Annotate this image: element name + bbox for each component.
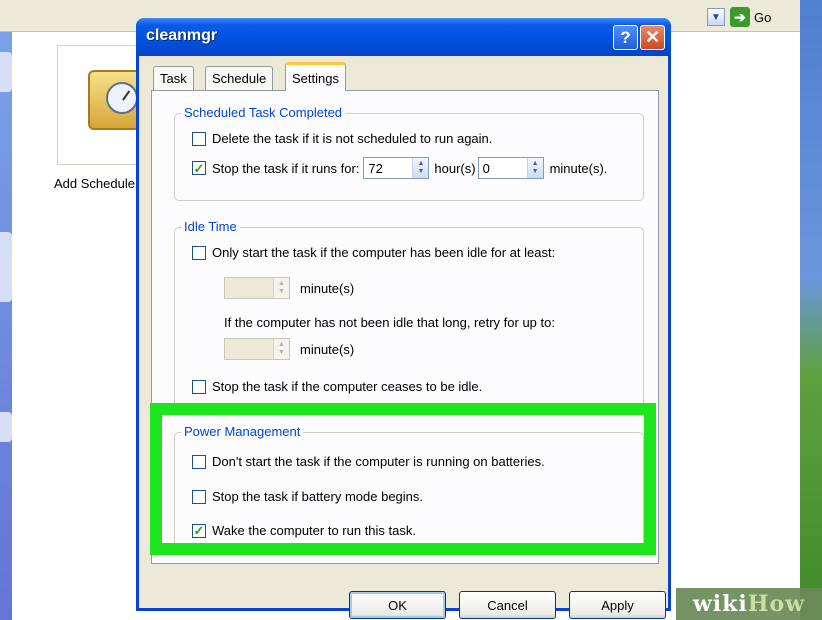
battery-mode-option[interactable]: Stop the task if battery mode begins. (192, 489, 423, 504)
dialog-title: cleanmgr (146, 27, 218, 44)
retry-text: If the computer has not been idle that l… (224, 315, 555, 330)
retry-minutes-spinner: ▲ ▼ (224, 338, 290, 360)
delete-task-label: Delete the task if it is not scheduled t… (212, 131, 493, 146)
explorer-sidebar (0, 32, 12, 620)
stop-if-not-idle-checkbox[interactable] (192, 379, 206, 394)
retry-minutes-unit: minute(s) (300, 341, 355, 357)
minutes-unit-label: minute(s). (549, 160, 608, 176)
stop-if-not-idle-option[interactable]: Stop the task if the computer ceases to … (192, 379, 482, 394)
dialog-titlebar[interactable]: cleanmgr ? ✕ (136, 18, 671, 56)
minutes-spin-arrows-icon[interactable]: ▲ ▼ (526, 158, 543, 178)
hours-value[interactable]: 72 (364, 158, 412, 178)
only-start-idle-option[interactable]: Only start the task if the computer has … (192, 245, 555, 260)
batteries-checkbox[interactable] (192, 454, 206, 469)
scheduled-task-completed-legend: Scheduled Task Completed (181, 105, 346, 120)
watermark-wiki: wiki (692, 591, 748, 617)
tab-settings[interactable]: Settings (285, 62, 346, 91)
task-properties-dialog: cleanmgr ? ✕ Task Schedule Settings Sche… (136, 18, 671, 619)
retry-spin-arrows-icon: ▲ ▼ (273, 339, 289, 359)
settings-panel: Scheduled Task Completed Delete the task… (151, 90, 659, 564)
hours-spin-arrows-icon[interactable]: ▲ ▼ (412, 158, 429, 178)
apply-button[interactable]: Apply (569, 591, 666, 619)
minutes-value[interactable]: 0 (479, 158, 527, 178)
wikihow-watermark: wiki How (676, 588, 822, 620)
hours-unit-label: hour(s) (434, 160, 476, 176)
wake-computer-checkbox[interactable] (192, 523, 206, 538)
go-arrow-icon: ➔ (730, 7, 750, 27)
battery-mode-label: Stop the task if battery mode begins. (212, 489, 424, 504)
tab-task[interactable]: Task (153, 66, 194, 90)
desktop-wallpaper-edge (800, 0, 822, 620)
go-button[interactable]: ➔ Go (730, 6, 771, 28)
idle-spin-arrows-icon: ▲ ▼ (273, 278, 289, 298)
idle-minutes-row: ▲ ▼ minute(s) (224, 277, 354, 299)
stop-task-runs-checkbox[interactable] (192, 161, 206, 175)
stop-if-not-idle-label: Stop the task if the computer ceases to … (212, 379, 483, 394)
wake-computer-option[interactable]: Wake the computer to run this task. (192, 523, 416, 538)
delete-task-option[interactable]: Delete the task if it is not scheduled t… (192, 131, 492, 146)
address-dropdown-icon[interactable]: ▼ (707, 8, 725, 26)
idle-minutes-unit: minute(s) (300, 280, 355, 296)
minutes-spinner[interactable]: 0 ▲ ▼ (477, 157, 544, 179)
delete-task-checkbox[interactable] (192, 131, 206, 146)
power-management-legend: Power Management (181, 424, 304, 439)
only-start-idle-checkbox[interactable] (192, 245, 206, 260)
battery-mode-checkbox[interactable] (192, 489, 206, 504)
help-button[interactable]: ? (613, 25, 638, 50)
stop-task-runs-option[interactable]: Stop the task if it runs for: 72 ▲▼ hour… (192, 157, 607, 179)
close-button[interactable]: ✕ (640, 25, 665, 50)
add-scheduled-task-label[interactable]: Add Schedule (54, 176, 135, 191)
cancel-button[interactable]: Cancel (459, 591, 556, 619)
watermark-how: How (747, 591, 806, 617)
batteries-label: Don't start the task if the computer is … (212, 454, 545, 469)
idle-minutes-value (225, 278, 273, 298)
hours-spinner[interactable]: 72 ▲ ▼ (363, 157, 430, 179)
wake-computer-label: Wake the computer to run this task. (212, 523, 416, 538)
ok-button[interactable]: OK (349, 591, 446, 619)
retry-minutes-row: ▲ ▼ minute(s) (224, 338, 354, 360)
tab-schedule[interactable]: Schedule (205, 66, 274, 90)
idle-minutes-spinner: ▲ ▼ (224, 277, 290, 299)
only-start-idle-label: Only start the task if the computer has … (212, 245, 556, 260)
idle-time-legend: Idle Time (181, 219, 240, 234)
batteries-option[interactable]: Don't start the task if the computer is … (192, 454, 545, 469)
retry-minutes-value (225, 339, 273, 359)
go-label: Go (754, 9, 772, 25)
stop-task-runs-label: Stop the task if it runs for: (212, 160, 360, 176)
